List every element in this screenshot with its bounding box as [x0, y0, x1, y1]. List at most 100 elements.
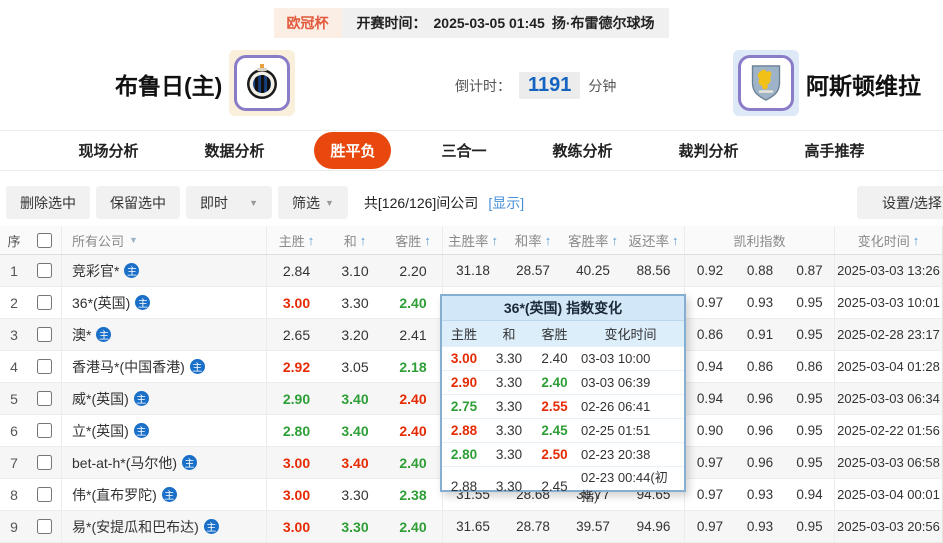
kelly-home: 0.97 — [696, 455, 724, 470]
popup-draw-odds: 3.30 — [495, 423, 523, 438]
popup-away-odds: 2.40 — [541, 375, 568, 390]
home-odds: 2.65 — [282, 326, 311, 343]
kelly-draw: 0.96 — [746, 391, 774, 406]
popup-away-odds: 2.40 — [541, 351, 568, 366]
header-home-rate[interactable]: 主胜率 ↑ — [443, 226, 503, 254]
popup-draw-odds: 3.30 — [495, 447, 523, 462]
kelly-draw: 0.88 — [746, 263, 774, 278]
delete-selected-button[interactable]: 删除选中 — [6, 186, 90, 219]
row-checkbox[interactable] — [37, 391, 52, 406]
row-number: 5 — [10, 390, 18, 407]
header-draw-rate[interactable]: 和率 ↑ — [503, 226, 563, 254]
home-badge-icon: 主 — [189, 359, 205, 374]
draw-odds: 3.10 — [341, 262, 369, 279]
row-checkbox[interactable] — [37, 327, 52, 342]
odds-mode-value: 即时 — [200, 194, 228, 211]
row-checkbox[interactable] — [37, 455, 52, 470]
popup-change-time: 02-23 00:44(初指) — [581, 470, 668, 504]
odds-mode-dropdown[interactable]: 即时 ▼ — [186, 186, 272, 219]
company-cell[interactable]: 香港马*(中国香港) 主 — [61, 351, 267, 382]
row-checkbox[interactable] — [37, 263, 52, 278]
row-number: 3 — [10, 326, 18, 343]
company-name: 36*(英国) — [72, 294, 131, 311]
home-odds: 2.92 — [282, 358, 311, 375]
popup-home-odds: 2.80 — [450, 447, 478, 462]
row-checkbox[interactable] — [37, 359, 52, 374]
away-odds: 2.20 — [384, 255, 443, 286]
header-draw-odds[interactable]: 和 ↑ — [326, 226, 384, 254]
venue: 扬·布雷德尔球场 — [551, 15, 655, 31]
popup-header-row: 主胜 和 客胜 变化时间 — [442, 321, 684, 346]
aston-villa-badge-icon — [738, 55, 794, 111]
sort-up-icon: ↑ — [359, 232, 367, 248]
kickoff-time: 2025-03-05 01:45 — [433, 15, 545, 31]
company-name: 香港马*(中国香港) — [72, 358, 185, 375]
company-cell[interactable]: 易*(安提瓜和巴布达) 主 — [61, 511, 267, 542]
kelly-away: 0.95 — [785, 415, 835, 446]
company-name: 伟*(直布罗陀) — [72, 486, 157, 503]
company-cell[interactable]: 立*(英国) 主 — [61, 415, 267, 446]
popup-home-odds: 3.00 — [450, 351, 478, 366]
row-number: 1 — [10, 262, 18, 279]
away-odds: 2.38 — [384, 479, 443, 510]
popup-row: 3.00 3.30 2.40 03-03 10:00 — [442, 346, 684, 370]
analysis-tabs: 现场分析 数据分析 胜平负 三合一 教练分析 裁判分析 高手推荐 — [0, 130, 943, 171]
company-cell[interactable]: 36*(英国) 主 — [61, 287, 267, 318]
company-count-summary: 共[126/126]间公司 — [363, 194, 479, 211]
home-badge-icon: 主 — [182, 455, 198, 470]
tab[interactable]: 教练分析 — [537, 132, 629, 169]
popup-change-time: 02-23 20:38 — [581, 447, 651, 462]
filter-dropdown[interactable]: 筛选 ▼ — [278, 186, 348, 219]
club-brugge-badge-icon — [234, 55, 290, 111]
company-cell[interactable]: 澳* 主 — [61, 319, 267, 350]
tab[interactable]: 三合一 — [425, 132, 502, 169]
company-cell[interactable]: bet-at-h*(马尔他) 主 — [61, 447, 267, 478]
return-rate: 94.96 — [623, 511, 685, 542]
away-odds: 2.41 — [384, 319, 443, 350]
sort-up-icon: ↑ — [544, 232, 552, 248]
header-away-odds[interactable]: 客胜 ↑ — [384, 226, 443, 254]
tab[interactable]: 裁判分析 — [663, 132, 755, 169]
home-team-name: 布鲁日(主) — [115, 73, 223, 99]
company-cell[interactable]: 伟*(直布罗陀) 主 — [61, 479, 267, 510]
row-checkbox[interactable] — [37, 519, 52, 534]
change-time: 2025-03-03 13:26 — [835, 255, 943, 286]
popup-away-odds: 2.45 — [541, 478, 568, 494]
header-return-rate[interactable]: 返还率 ↑ — [623, 226, 685, 254]
header-company[interactable]: 所有公司 ▼ — [61, 226, 267, 254]
popup-change-time: 03-03 06:39 — [581, 375, 651, 390]
draw-odds: 3.30 — [341, 518, 369, 535]
row-checkbox[interactable] — [37, 423, 52, 438]
kelly-home: 0.90 — [696, 423, 724, 438]
kelly-draw: 0.91 — [746, 327, 774, 342]
row-checkbox[interactable] — [37, 487, 52, 502]
popup-body: 3.00 3.30 2.40 03-03 10:00 2.90 3.30 2.4… — [442, 346, 684, 504]
tab[interactable]: 现场分析 — [62, 132, 154, 169]
header-change-time[interactable]: 变化时间 ↑ — [835, 226, 943, 254]
keep-selected-button[interactable]: 保留选中 — [96, 186, 180, 219]
change-time: 2025-03-04 01:28 — [835, 351, 943, 382]
company-cell[interactable]: 竞彩官* 主 — [61, 255, 267, 286]
kelly-draw: 0.86 — [746, 359, 774, 374]
settings-select-button[interactable]: 设置/选择 — [857, 186, 943, 219]
show-companies-link[interactable]: [显示] — [488, 193, 524, 213]
popup-row: 2.90 3.30 2.40 03-03 06:39 — [442, 370, 684, 394]
header-seq: 序 — [7, 233, 21, 249]
company-cell[interactable]: 威*(英国) 主 — [61, 383, 267, 414]
row-number: 8 — [10, 486, 18, 503]
header-away-rate[interactable]: 客胜率 ↑ — [563, 226, 623, 254]
tab[interactable]: 高手推荐 — [789, 132, 881, 169]
away-team-logo — [733, 50, 799, 116]
select-all-checkbox[interactable] — [37, 232, 52, 248]
home-badge-icon: 主 — [124, 263, 140, 278]
away-odds: 2.40 — [384, 287, 443, 318]
draw-rate: 28.78 — [516, 519, 550, 534]
row-checkbox[interactable] — [37, 295, 52, 310]
header-home-odds[interactable]: 主胜 ↑ — [267, 226, 326, 254]
change-time: 2025-03-03 10:01 — [835, 287, 943, 318]
away-rate: 40.25 — [576, 263, 610, 278]
home-rate: 31.18 — [456, 263, 490, 278]
tab[interactable]: 数据分析 — [188, 132, 280, 169]
home-odds: 3.00 — [282, 294, 311, 311]
tab[interactable]: 胜平负 — [314, 132, 392, 169]
